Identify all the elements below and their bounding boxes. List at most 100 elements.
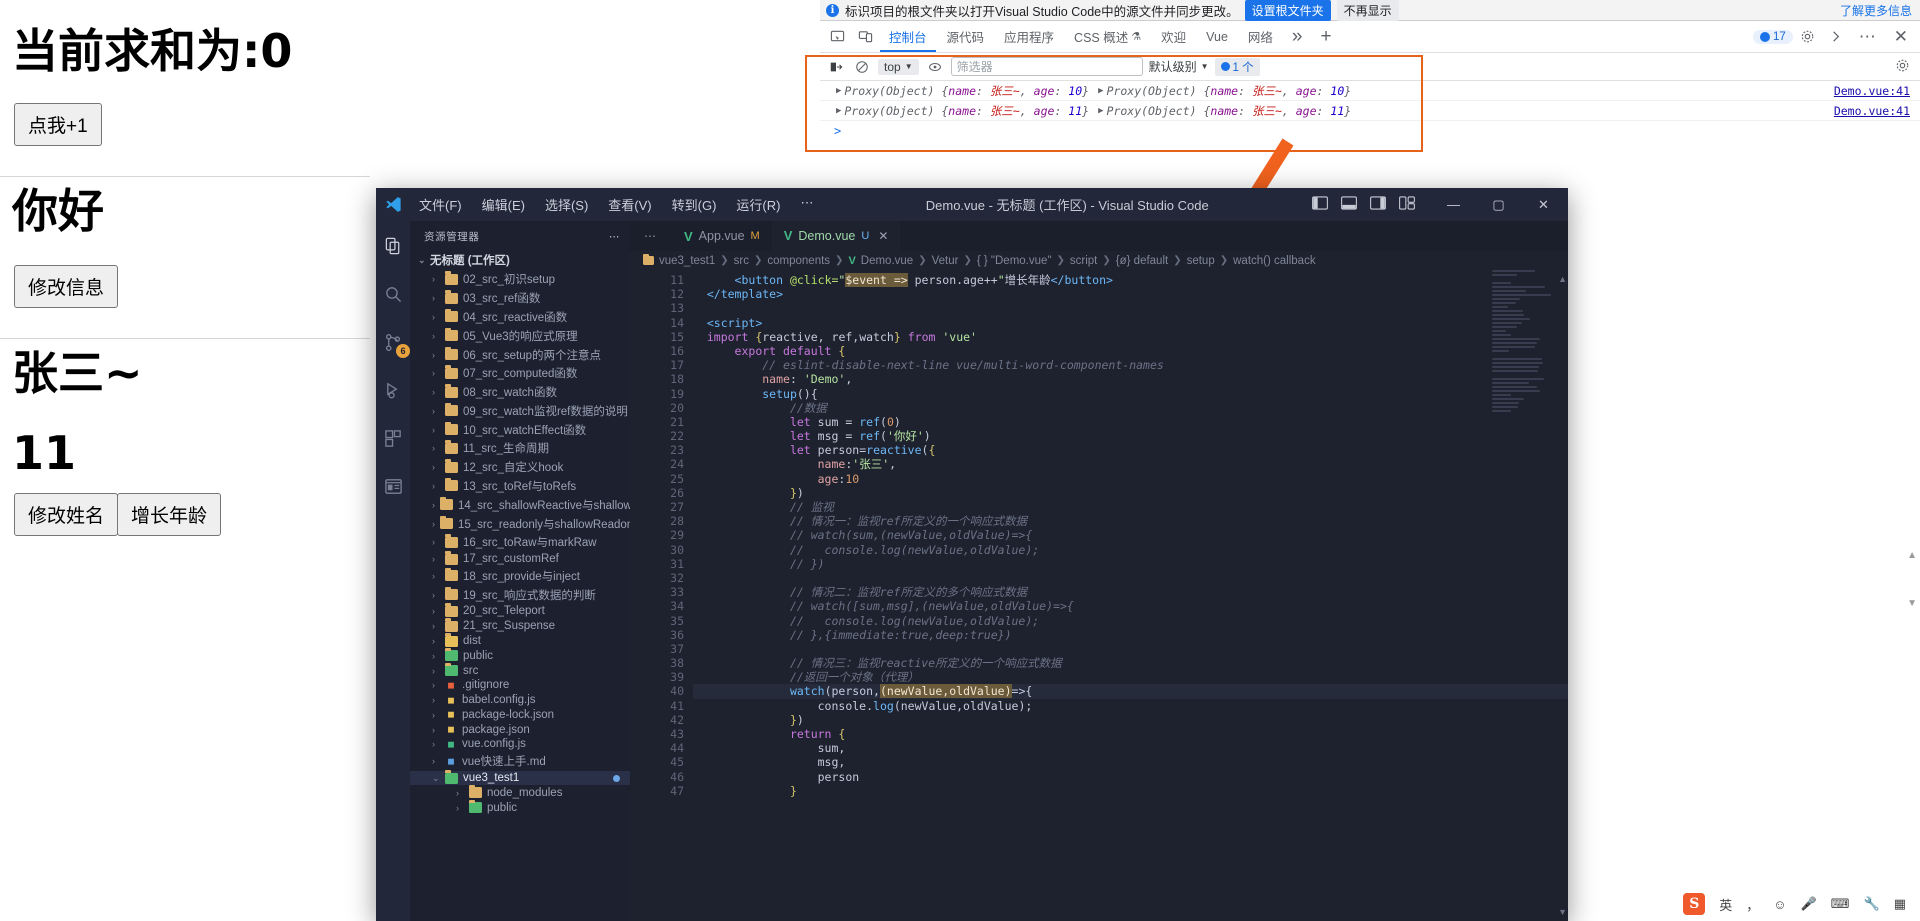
- scroll-down-icon[interactable]: ▼: [1558, 907, 1567, 917]
- chevron-right-icon[interactable]: ›: [432, 406, 440, 416]
- device-toolbar-icon[interactable]: [852, 25, 878, 49]
- crumb-7[interactable]: {ø} default: [1116, 255, 1168, 267]
- chevron-right-icon[interactable]: ›: [432, 680, 440, 690]
- menu-file[interactable]: 文件(F): [410, 192, 471, 217]
- tree-item[interactable]: › 14_src_shallowReactive与shallowRef: [410, 495, 630, 514]
- code-line[interactable]: // },{immediate:true,deep:true}): [693, 628, 1568, 642]
- expand-arrow-icon[interactable]: ▶: [1098, 106, 1103, 116]
- ime-menu-icon[interactable]: ▦: [1894, 896, 1906, 912]
- log-level-select[interactable]: 默认级别 ▼: [1149, 58, 1209, 75]
- ime-voice-icon[interactable]: 🎤: [1801, 896, 1817, 912]
- menu-go[interactable]: 转到(G): [663, 192, 726, 217]
- minimap[interactable]: [1492, 270, 1554, 430]
- ime-lang-toggle[interactable]: 英: [1719, 895, 1732, 914]
- close-devtools-icon[interactable]: ✕: [1886, 27, 1916, 47]
- chevron-right-icon[interactable]: ›: [432, 710, 440, 720]
- issues-badge[interactable]: 17: [1752, 29, 1793, 44]
- devtools-settings-icon[interactable]: [1795, 25, 1821, 49]
- panel-left-icon[interactable]: [1312, 196, 1328, 213]
- chevron-right-icon[interactable]: ›: [432, 443, 440, 453]
- search-icon[interactable]: [380, 281, 406, 307]
- chevron-right-icon[interactable]: ›: [432, 554, 440, 564]
- code-line[interactable]: watch(person,(newValue,oldValue)=>{: [693, 684, 1568, 699]
- explorer-icon[interactable]: [380, 233, 406, 259]
- chevron-right-icon[interactable]: ›: [432, 651, 440, 661]
- tree-item[interactable]: › 06_src_setup的两个注意点: [410, 345, 630, 364]
- editor-tab-demo-vue[interactable]: V Demo.vue U ✕: [771, 221, 901, 252]
- code-line[interactable]: let msg = ref('你好'): [693, 429, 1568, 443]
- menu-run[interactable]: 运行(R): [727, 192, 789, 217]
- console-row[interactable]: ▶ Proxy(Object) {name: 张三~, age: 10} ▶ P…: [820, 81, 1920, 101]
- code-line[interactable]: </template>: [693, 287, 1568, 301]
- code-line[interactable]: [693, 301, 1568, 315]
- code-line[interactable]: //数据: [693, 401, 1568, 415]
- tree-item[interactable]: › 16_src_toRaw与markRaw: [410, 533, 630, 552]
- tree-item[interactable]: › ◼ babel.config.js: [410, 693, 630, 708]
- chevron-right-icon[interactable]: ›: [432, 725, 440, 735]
- workspace-root[interactable]: ⌄ 无标题 (工作区): [410, 250, 630, 270]
- chevron-right-icon[interactable]: ›: [432, 590, 440, 600]
- code-line[interactable]: // watch(sum,(newValue,oldValue)=>{: [693, 528, 1568, 542]
- chevron-right-icon[interactable]: ›: [432, 293, 440, 303]
- tree-item[interactable]: › 08_src_watch函数: [410, 383, 630, 402]
- increment-button[interactable]: 点我+1: [14, 103, 102, 146]
- tree-item[interactable]: › 21_src_Suspense: [410, 618, 630, 634]
- minimize-button[interactable]: —: [1431, 188, 1476, 221]
- code-line[interactable]: }): [693, 713, 1568, 727]
- close-button[interactable]: ✕: [1521, 188, 1566, 221]
- tree-item[interactable]: › 03_src_ref函数: [410, 289, 630, 308]
- code-line[interactable]: name:'张三',: [693, 457, 1568, 471]
- menu-edit[interactable]: 编辑(E): [473, 192, 534, 217]
- code-line[interactable]: return {: [693, 727, 1568, 741]
- crumb-9[interactable]: watch() callback: [1233, 255, 1315, 267]
- tab-network[interactable]: 网络: [1239, 22, 1282, 52]
- tree-item[interactable]: › public: [410, 799, 630, 815]
- menu-view[interactable]: 查看(V): [599, 192, 660, 217]
- code-line[interactable]: // 情况三：监视reactive所定义的一个响应式数据: [693, 656, 1568, 670]
- tree-item[interactable]: › ◼ vue快速上手.md: [410, 752, 630, 771]
- code-line[interactable]: let person=reactive({: [693, 443, 1568, 457]
- code-line[interactable]: }: [693, 784, 1568, 798]
- page-scroll-arrows[interactable]: ▲ ▼: [1906, 550, 1920, 610]
- tree-item[interactable]: › 05_Vue3的响应式原理: [410, 326, 630, 345]
- console-row[interactable]: ▶ Proxy(Object) {name: 张三~, age: 11} ▶ P…: [820, 101, 1920, 121]
- code-line[interactable]: // 情况一：监视ref所定义的一个响应式数据: [693, 514, 1568, 528]
- code-line[interactable]: <script>: [693, 316, 1568, 330]
- console-settings-icon[interactable]: [1895, 58, 1914, 76]
- chevron-right-icon[interactable]: ›: [432, 666, 440, 676]
- code-line[interactable]: // 情况二：监视ref所定义的多个响应式数据: [693, 585, 1568, 599]
- code-line[interactable]: age:10: [693, 472, 1568, 486]
- chevron-right-icon[interactable]: ›: [432, 606, 440, 616]
- chevron-right-icon[interactable]: ›: [432, 425, 440, 435]
- tree-item[interactable]: › 07_src_computed函数: [410, 364, 630, 383]
- chevron-right-icon[interactable]: ›: [432, 500, 435, 510]
- source-link[interactable]: Demo.vue:41: [1834, 84, 1910, 98]
- chevron-right-icon[interactable]: ›: [456, 788, 464, 798]
- code-line[interactable]: // eslint-disable-next-line vue/multi-wo…: [693, 358, 1568, 372]
- code-line[interactable]: sum,: [693, 741, 1568, 755]
- tree-item[interactable]: › 17_src_customRef: [410, 551, 630, 567]
- code-line[interactable]: name: 'Demo',: [693, 372, 1568, 386]
- chevron-right-icon[interactable]: ›: [432, 537, 440, 547]
- tree-item[interactable]: › 13_src_toRef与toRefs: [410, 477, 630, 496]
- code-line[interactable]: // }): [693, 557, 1568, 571]
- tab-vue[interactable]: Vue: [1197, 22, 1237, 52]
- chevron-right-icon[interactable]: ›: [432, 739, 440, 749]
- code-line[interactable]: msg,: [693, 755, 1568, 769]
- code-line[interactable]: // 监视: [693, 500, 1568, 514]
- tree-item[interactable]: › node_modules: [410, 784, 630, 800]
- filtered-count-badge[interactable]: 1 个: [1214, 57, 1260, 76]
- execution-context-select[interactable]: top ▼: [878, 58, 919, 75]
- chevron-right-icon[interactable]: ›: [432, 636, 440, 646]
- chevron-right-icon[interactable]: ›: [432, 368, 440, 378]
- no-entry-icon[interactable]: [852, 57, 872, 77]
- maximize-button[interactable]: ▢: [1476, 188, 1521, 221]
- live-expression-icon[interactable]: [925, 57, 945, 77]
- chevron-right-icon[interactable]: ›: [432, 695, 440, 705]
- code-line[interactable]: // console.log(newValue,oldValue);: [693, 543, 1568, 557]
- inspect-element-icon[interactable]: [824, 25, 850, 49]
- crumb-6[interactable]: script: [1070, 255, 1097, 267]
- tab-application[interactable]: 应用程序: [995, 22, 1063, 52]
- code-line[interactable]: console.log(newValue,oldValue);: [693, 699, 1568, 713]
- crumb-0[interactable]: vue3_test1: [659, 255, 715, 267]
